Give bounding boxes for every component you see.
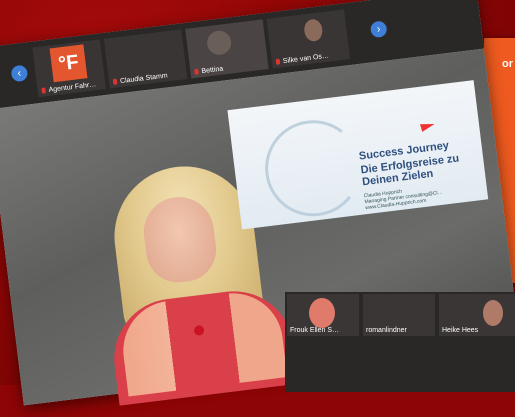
mic-muted-icon: [41, 87, 47, 94]
chevron-left-icon[interactable]: ‹: [10, 64, 29, 83]
participant-tile[interactable]: Frouk Ellen S…: [287, 294, 359, 336]
participant-tile[interactable]: Bettina: [185, 19, 269, 79]
participant-tile[interactable]: °F Agentur Fahr…: [32, 39, 106, 98]
gallery-strip: Frouk Ellen S… romanlindner Heike Hees: [285, 292, 515, 392]
swirl-graphic: [259, 114, 367, 222]
participant-tile[interactable]: Heike Hees: [439, 294, 515, 336]
paper-plane-icon: [419, 120, 436, 132]
participant-tile[interactable]: romanlindner: [363, 294, 435, 336]
avatar: [205, 29, 233, 57]
participant-name: Heike Hees: [442, 327, 479, 334]
avatar: [483, 300, 503, 326]
participant-name: Agentur Fahr…: [41, 81, 97, 95]
mic-muted-icon: [194, 68, 199, 76]
mic-muted-icon: [112, 78, 118, 86]
participant-name: Frouk Ellen S…: [290, 327, 340, 334]
agency-logo: °F: [49, 44, 88, 83]
participant-tile[interactable]: Claudia Stamm: [103, 29, 188, 89]
participant-name: Claudia Stamm: [112, 72, 168, 86]
participant-name: Bettina: [194, 66, 224, 76]
avatar: [303, 18, 324, 43]
poster-text: or: [502, 58, 513, 70]
participant-tile[interactable]: Silke van Os…: [266, 9, 351, 69]
avatar: [309, 298, 335, 328]
chevron-right-icon[interactable]: ›: [369, 20, 388, 39]
virtual-background-slide: Success Journey Die Erfolgsreise zu Dein…: [227, 80, 489, 230]
participant-name: romanlindner: [366, 327, 407, 334]
mic-muted-icon: [275, 58, 281, 66]
participant-name: Silke van Os…: [275, 53, 329, 66]
